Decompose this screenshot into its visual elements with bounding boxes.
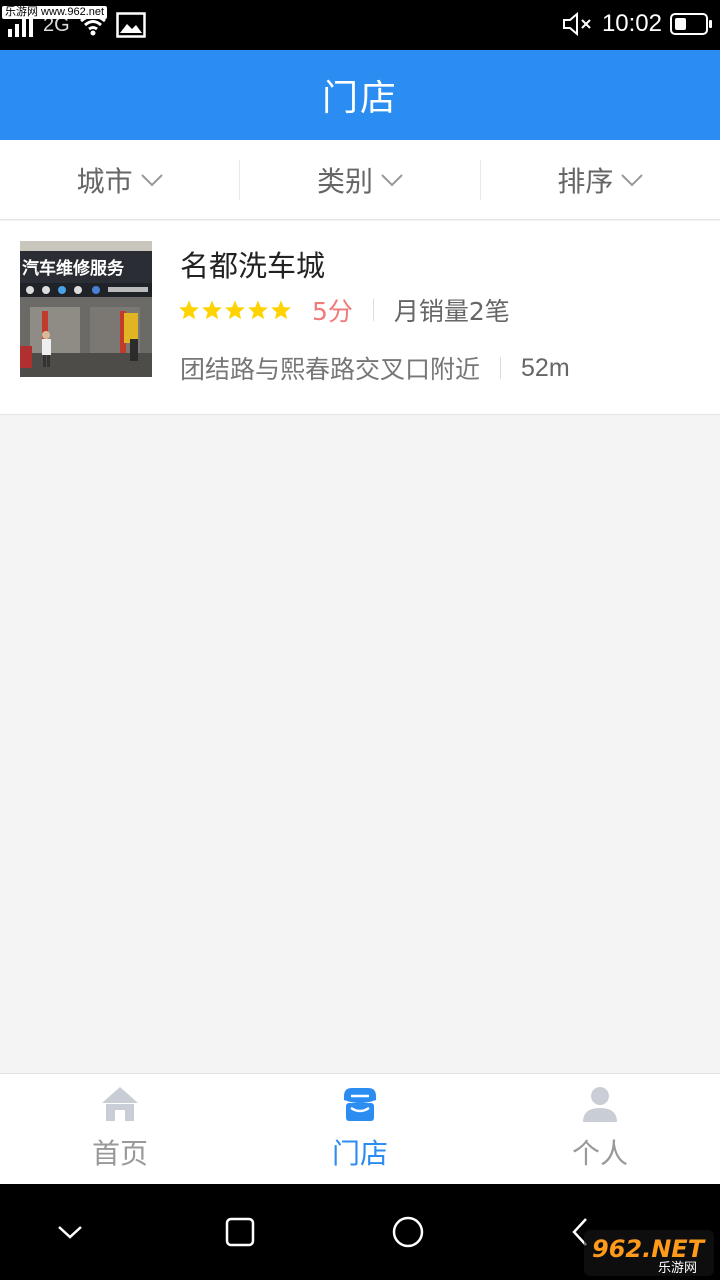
nav-collapse-button[interactable] (50, 1212, 90, 1252)
tab-home-label: 首页 (91, 1137, 148, 1170)
app-screen: 2G 乐游网 www.962.net 10:02 门店 城市 类别 排序 汽车维… (0, 0, 720, 1280)
filter-category-label: 类别 (316, 164, 373, 198)
recent-apps-icon (225, 1217, 255, 1247)
filter-city[interactable]: 城市 (0, 160, 239, 200)
watermark-logo-text: 962.NET (592, 1235, 706, 1263)
filter-sort[interactable]: 排序 (479, 159, 720, 200)
store-score: 5分 (312, 297, 353, 326)
store-sign-text: 汽车维修服务 (22, 258, 125, 279)
site-watermark-logo: 962.NET 乐游网 (584, 1230, 714, 1276)
filter-category[interactable]: 类别 (239, 159, 479, 200)
bottom-tab-bar: 首页 门店 个人 (0, 1073, 720, 1184)
nav-recent-apps-button[interactable] (220, 1212, 260, 1252)
store-photo: 汽车维修服务 (20, 241, 152, 377)
home-icon (102, 1087, 138, 1121)
chevron-down-icon (621, 173, 644, 186)
page-header: 门店 (0, 50, 720, 140)
star-rating (178, 299, 292, 321)
monthly-sales: 月销量2笔 (393, 297, 510, 326)
tab-profile[interactable]: 个人 (480, 1074, 720, 1184)
star-icon (202, 300, 222, 320)
page-title: 门店 (321, 78, 398, 119)
star-icon (271, 300, 291, 320)
status-bar: 2G 乐游网 www.962.net 10:02 (0, 0, 720, 50)
clock: 10:02 (601, 10, 662, 37)
store-address: 团结路与熙春路交叉口附近 (180, 355, 481, 384)
tab-home[interactable]: 首页 (0, 1074, 240, 1184)
divider (500, 357, 502, 379)
store-icon (344, 1088, 376, 1121)
filter-city-label: 城市 (76, 164, 133, 198)
tab-store-label: 门店 (331, 1137, 388, 1170)
store-distance: 52m (521, 353, 570, 382)
store-card[interactable]: 汽车维修服务 名都洗车城 5分 月销量2笔 团结路与熙春路交叉口附近 52m (0, 221, 720, 415)
chevron-down-icon (381, 173, 403, 186)
store-name: 名都洗车城 (180, 249, 326, 283)
watermark-site-text: 乐游网 (658, 1261, 697, 1276)
mute-icon (562, 11, 591, 37)
home-circle-icon (392, 1216, 424, 1248)
image-icon (115, 12, 146, 38)
chevron-down-icon (140, 173, 163, 186)
tab-profile-label: 个人 (571, 1137, 628, 1170)
star-icon (225, 300, 245, 320)
filter-bar: 城市 类别 排序 (0, 140, 720, 220)
person-icon (583, 1087, 617, 1122)
battery-level (675, 18, 686, 30)
store-photo-image: 汽车维修服务 (20, 241, 152, 377)
filter-sort-label: 排序 (557, 164, 614, 198)
collapse-icon (58, 1226, 82, 1239)
tab-store[interactable]: 门店 (240, 1074, 480, 1184)
watermark-badge: 乐游网 www.962.net (2, 6, 108, 19)
star-icon (179, 300, 199, 320)
battery-icon (670, 13, 712, 35)
address-row: 团结路与熙春路交叉口附近 52m (180, 353, 570, 385)
status-right: 10:02 (562, 10, 712, 38)
nav-home-button[interactable] (388, 1212, 428, 1252)
divider (372, 299, 374, 321)
rating-row: 5分 月销量2笔 (178, 295, 510, 326)
star-icon (248, 300, 268, 320)
